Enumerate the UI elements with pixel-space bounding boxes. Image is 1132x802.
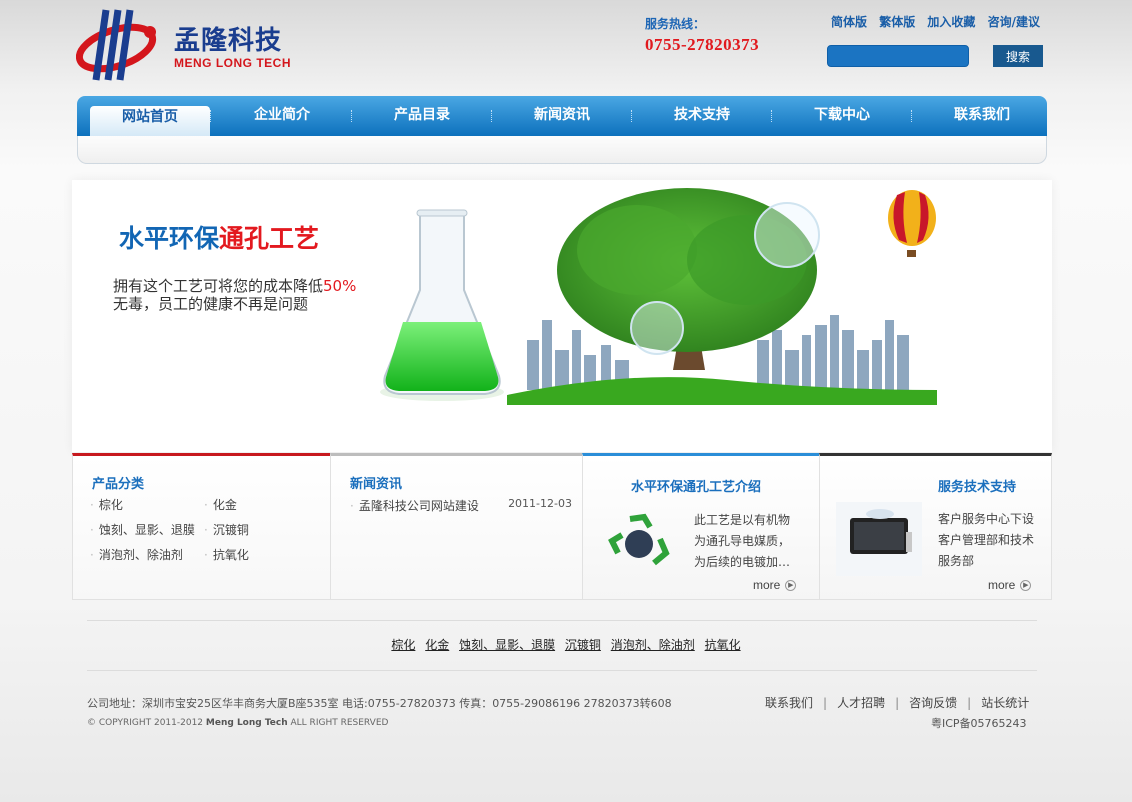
search-input[interactable] (827, 45, 969, 67)
service-more-link[interactable]: more ▶ (988, 578, 1032, 592)
service-text-line: 服务部 (938, 554, 975, 568)
banner-illustration-icon (380, 188, 937, 405)
panel-service-title[interactable]: 服务技术支持 (938, 476, 1016, 495)
service-text-line: 客户服务中心下设 (938, 512, 1035, 526)
footer-stats-link[interactable]: 站长统计 (981, 696, 1029, 710)
panel-products: 产品分类 棕化 化金 蚀刻、显影、退膜 沉镀铜 消泡剂、除油剂 抗氧化 (72, 453, 331, 600)
product-link[interactable]: 沉镀铜 (204, 521, 249, 538)
process-text-line: 为通孔导电媒质， (694, 534, 791, 548)
footer-divider (87, 620, 1037, 621)
product-link[interactable]: 消泡剂、除油剂 (90, 546, 183, 563)
icp-number: 粤ICP备05765243 (931, 717, 1027, 730)
service-text-line: 客户管理部和技术 (938, 533, 1035, 547)
logo-cn-text: 孟隆科技 (174, 26, 283, 56)
banner-highlight: 50% (323, 277, 357, 295)
top-links: 简体版 繁体版 加入收藏 咨询/建议 (831, 13, 1048, 30)
panel-news: 新闻资讯 孟隆科技公司网站建设 2011-12-03 (330, 453, 583, 600)
content-panels: 产品分类 棕化 化金 蚀刻、显影、退膜 沉镀铜 消泡剂、除油剂 抗氧化 新闻资讯… (72, 453, 1052, 600)
process-text-line: 为后续的电镀加… (694, 555, 791, 569)
news-item[interactable]: 孟隆科技公司网站建设 2011-12-03 (350, 497, 572, 514)
footer-link[interactable]: 沉镀铜 (565, 638, 601, 652)
product-link[interactable]: 棕化 (90, 496, 123, 513)
footer-separator: | (895, 696, 900, 710)
nav-news[interactable]: 新闻资讯 (492, 96, 632, 136)
nav-downloads[interactable]: 下载中心 (772, 96, 912, 136)
link-feedback[interactable]: 咨询/建议 (988, 15, 1040, 29)
hotline-number: 0755-27820373 (645, 35, 760, 54)
search-button[interactable]: 搜索 (993, 45, 1043, 67)
logo-mark-icon (76, 9, 157, 81)
nav-home[interactable]: 网站首页 (90, 106, 210, 136)
company-address: 公司地址：深圳市宝安25区华丰商务大厦B座535室 电话:0755-278203… (87, 697, 672, 710)
footer-link[interactable]: 化金 (425, 638, 449, 652)
link-traditional[interactable]: 繁体版 (879, 15, 915, 29)
banner-title-red: 通孔工艺 (219, 224, 320, 253)
product-link[interactable]: 抗氧化 (204, 546, 249, 563)
process-text: 此工艺是以有机物 为通孔导电媒质， 为后续的电镀加… (694, 510, 790, 573)
logo-en-text: MENG LONG TECH (174, 56, 291, 70)
process-more-link[interactable]: more ▶ (753, 578, 797, 592)
panel-products-title[interactable]: 产品分类 (92, 473, 144, 492)
logo[interactable]: 孟隆科技 MENG LONG TECH (76, 6, 296, 86)
news-date: 2011-12-03 (508, 497, 572, 510)
link-simplified[interactable]: 简体版 (831, 15, 867, 29)
link-add-favorite[interactable]: 加入收藏 (927, 15, 975, 29)
footer-jobs-link[interactable]: 人才招聘 (837, 696, 885, 710)
banner-title: 水平环保通孔工艺 (119, 219, 319, 255)
product-link[interactable]: 蚀刻、显影、退膜 (90, 521, 195, 538)
copyright-prefix: © COPYRIGHT 2011-2012 (87, 718, 204, 728)
panel-news-title[interactable]: 新闻资讯 (350, 473, 402, 492)
footer-link[interactable]: 消泡剂、除油剂 (611, 638, 695, 652)
footer-separator: | (823, 696, 828, 710)
process-text-line: 此工艺是以有机物 (694, 513, 791, 527)
sub-nav-bar (77, 136, 1047, 164)
footer-right-links: 联系我们 | 人才招聘 | 咨询反馈 | 站长统计 (765, 694, 1029, 711)
copyright: © COPYRIGHT 2011-2012 Meng Long Tech ALL… (87, 718, 388, 728)
banner-line-2: 无毒，员工的健康不再是问题 (113, 295, 309, 313)
service-text: 客户服务中心下设 客户管理部和技术 服务部 (938, 509, 1034, 572)
main-nav: 网站首页 企业简介 产品目录 新闻资讯 技术支持 下载中心 联系我们 (77, 96, 1047, 136)
hotline-label: 服务热线： (645, 17, 706, 31)
panel-process-title[interactable]: 水平环保通孔工艺介绍 (631, 476, 761, 495)
copyright-brand: Meng Long Tech (205, 718, 288, 728)
footer-contact-link[interactable]: 联系我们 (765, 696, 813, 710)
footer-product-links: 棕化 化金 蚀刻、显影、退膜 沉镀铜 消泡剂、除油剂 抗氧化 (0, 636, 1132, 653)
monitor-icon (836, 502, 922, 576)
banner[interactable]: 水平环保通孔工艺 拥有这个工艺可将您的成本降低50% 无毒，员工的健康不再是问题 (72, 180, 1052, 452)
footer-link[interactable]: 蚀刻、显影、退膜 (459, 638, 555, 652)
nav-contact[interactable]: 联系我们 (912, 96, 1052, 136)
nav-products[interactable]: 产品目录 (352, 96, 492, 136)
more-label: more (753, 578, 781, 592)
recycle-globe-icon (608, 513, 670, 566)
more-label: more (988, 578, 1016, 592)
footer-separator: | (967, 696, 972, 710)
product-link[interactable]: 化金 (204, 496, 237, 513)
panel-process: 水平环保通孔工艺介绍 此工艺是以有机物 为通孔导电媒质， 为后续的电镀加… mo… (582, 453, 820, 600)
footer-link[interactable]: 抗氧化 (705, 638, 741, 652)
arrow-right-icon: ▶ (1020, 580, 1032, 592)
footer-feedback-link[interactable]: 咨询反馈 (909, 696, 957, 710)
panel-service: 服务技术支持 客户服务中心下设 客户管理部和技术 服务部 more ▶ (819, 453, 1052, 600)
footer-divider (87, 670, 1037, 671)
footer-link[interactable]: 棕化 (391, 638, 415, 652)
banner-title-blue: 水平环保 (119, 224, 220, 253)
nav-support[interactable]: 技术支持 (632, 96, 772, 136)
news-title[interactable]: 孟隆科技公司网站建设 (350, 499, 479, 513)
copyright-suffix: ALL RIGHT RESERVED (290, 718, 389, 728)
nav-about[interactable]: 企业简介 (212, 96, 352, 136)
arrow-right-icon: ▶ (785, 580, 797, 592)
